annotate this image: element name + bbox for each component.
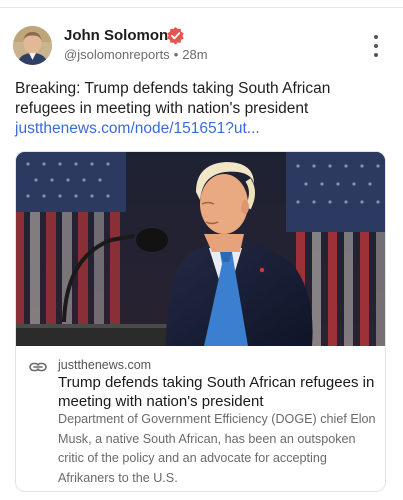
meta-separator: • bbox=[173, 47, 179, 62]
post-time: 28m bbox=[182, 47, 208, 62]
verified-badge-icon bbox=[167, 26, 184, 45]
card-domain: justthenews.com bbox=[58, 358, 152, 372]
post-text: Breaking: Trump defends taking South Afr… bbox=[15, 80, 331, 117]
top-divider bbox=[0, 7, 403, 8]
post-link[interactable]: justthenews.com/node/151651?ut... bbox=[15, 119, 260, 139]
avatar[interactable] bbox=[13, 26, 52, 65]
card-title[interactable]: Trump defends taking South African refug… bbox=[58, 373, 378, 411]
more-options-button[interactable] bbox=[368, 35, 384, 57]
author-meta: @jsolomonreports • 28m bbox=[64, 47, 208, 62]
author-handle[interactable]: @jsolomonreports bbox=[64, 47, 170, 62]
card-image bbox=[16, 152, 385, 346]
link-icon bbox=[29, 362, 47, 372]
card-description: Department of Government Efficiency (DOG… bbox=[58, 412, 376, 485]
more-vertical-icon bbox=[374, 35, 378, 39]
link-preview-card[interactable]: justthenews.com Trump defends taking Sou… bbox=[15, 151, 386, 492]
author-name[interactable]: John Solomon bbox=[64, 27, 168, 44]
